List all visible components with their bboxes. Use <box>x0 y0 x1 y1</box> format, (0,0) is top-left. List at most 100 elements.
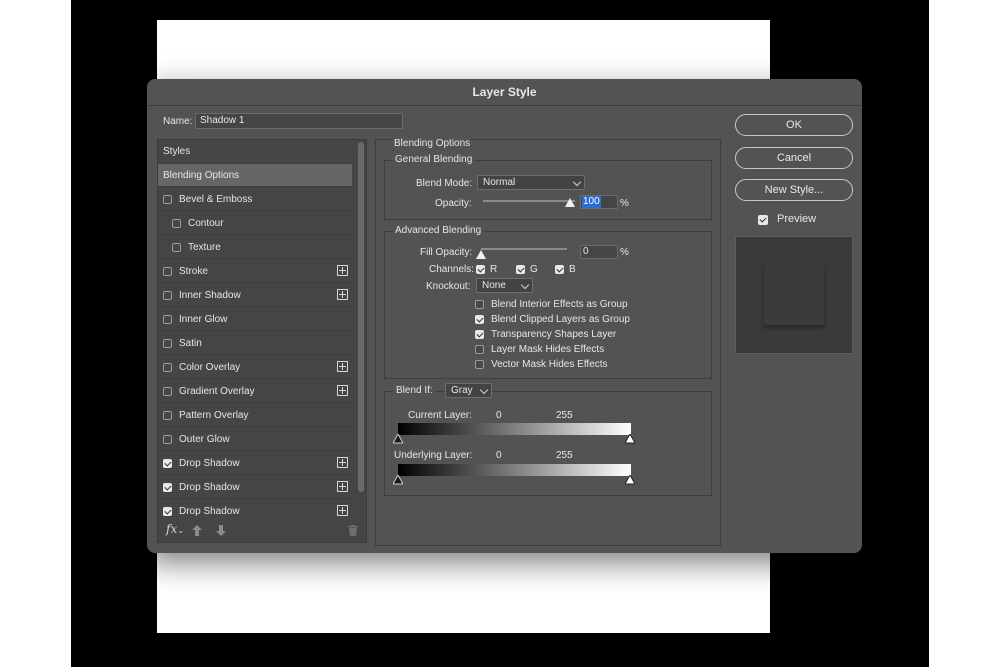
advanced-option-label: Transparency Shapes Layer <box>491 329 617 340</box>
style-item-label: Color Overlay <box>179 362 241 373</box>
opacity-label: Opacity: <box>435 198 472 209</box>
style-item[interactable]: Drop Shadow <box>158 500 352 516</box>
style-item-checkbox[interactable] <box>163 507 172 516</box>
fill-opacity-input[interactable]: 0 <box>580 245 618 259</box>
fill-opacity-slider-track[interactable] <box>481 248 567 250</box>
preview-toggle[interactable]: Preview <box>758 213 838 227</box>
advanced-blending-title: Advanced Blending <box>393 225 484 236</box>
move-up-icon[interactable] <box>192 525 202 536</box>
current-layer-black-slider[interactable] <box>393 434 403 444</box>
layer-style-dialog: Layer Style Name: Shadow 1 Styles Blendi… <box>147 79 862 553</box>
add-effect-plus-icon[interactable] <box>337 457 348 468</box>
opacity-slider-track[interactable] <box>483 200 575 202</box>
advanced-option-label: Blend Interior Effects as Group <box>491 299 628 310</box>
current-layer-max: 255 <box>556 410 573 421</box>
add-effect-plus-icon[interactable] <box>337 385 348 396</box>
opacity-input[interactable]: 100 <box>580 195 618 209</box>
style-item[interactable]: Texture <box>158 236 352 259</box>
style-item-label: Outer Glow <box>179 434 230 445</box>
style-item-checkbox[interactable] <box>163 411 172 420</box>
underlying-layer-gradient <box>398 464 631 476</box>
current-layer-white-slider[interactable] <box>625 434 635 444</box>
preview-checkbox[interactable] <box>758 215 768 225</box>
trash-icon[interactable] <box>348 525 358 536</box>
knockout-value: None <box>482 280 506 291</box>
style-item-checkbox[interactable] <box>163 267 172 276</box>
advanced-option-checkbox[interactable] <box>475 300 484 309</box>
style-item[interactable]: Inner Glow <box>158 308 352 331</box>
style-item[interactable]: Pattern Overlay <box>158 404 352 427</box>
style-item-checkbox[interactable] <box>163 483 172 492</box>
advanced-option-label: Layer Mask Hides Effects <box>491 344 605 355</box>
fill-opacity-slider-thumb[interactable] <box>476 250 486 259</box>
blending-options-title: Blending Options <box>393 138 472 149</box>
blend-if-select[interactable]: Gray <box>445 383 492 398</box>
fill-opacity-unit: % <box>620 247 629 258</box>
style-item-checkbox[interactable] <box>163 363 172 372</box>
style-item[interactable]: Contour <box>158 212 352 235</box>
cancel-button[interactable]: Cancel <box>735 147 853 169</box>
fill-opacity-label: Fill Opacity: <box>420 247 473 258</box>
add-effect-plus-icon[interactable] <box>337 481 348 492</box>
style-item[interactable]: Drop Shadow <box>158 452 352 475</box>
blend-mode-value: Normal <box>483 177 516 188</box>
style-item[interactable]: Stroke <box>158 260 352 283</box>
underlying-layer-min: 0 <box>496 450 502 461</box>
knockout-select[interactable]: None <box>476 278 533 293</box>
add-effect-plus-icon[interactable] <box>337 361 348 372</box>
style-item-label: Inner Shadow <box>179 290 241 301</box>
channel-g-label: G <box>530 264 538 275</box>
blend-mode-label: Blend Mode: <box>416 178 473 189</box>
style-item[interactable]: Outer Glow <box>158 428 352 451</box>
style-item[interactable]: Inner Shadow <box>158 284 352 307</box>
add-effect-plus-icon[interactable] <box>337 289 348 300</box>
name-input[interactable]: Shadow 1 <box>195 113 403 129</box>
styles-list: Styles Blending Options Bevel & Emboss Con… <box>158 140 366 516</box>
style-item-checkbox[interactable] <box>172 219 181 228</box>
advanced-option-checkbox[interactable] <box>475 360 484 369</box>
style-item-label: Drop Shadow <box>179 506 240 516</box>
style-item-checkbox[interactable] <box>163 387 172 396</box>
styles-scrollbar[interactable] <box>358 142 364 492</box>
advanced-option-checkbox[interactable] <box>475 345 484 354</box>
fill-opacity-value: 0 <box>583 246 589 257</box>
underlying-layer-white-slider[interactable] <box>625 475 635 485</box>
advanced-option-checkbox[interactable] <box>475 330 484 339</box>
opacity-slider-thumb[interactable] <box>565 198 575 207</box>
add-effect-plus-icon[interactable] <box>337 265 348 276</box>
style-item-label: Stroke <box>179 266 208 277</box>
underlying-layer-black-slider[interactable] <box>393 475 403 485</box>
style-item-checkbox[interactable] <box>163 195 172 204</box>
style-item[interactable]: Gradient Overlay <box>158 380 352 403</box>
style-item-label: Blending Options <box>163 170 240 181</box>
preview-thumbnail <box>735 236 853 354</box>
new-style-button[interactable]: New Style... <box>735 179 853 201</box>
style-item[interactable]: Blending Options <box>158 164 352 187</box>
channel-r-checkbox[interactable] <box>476 265 485 274</box>
styles-header[interactable]: Styles <box>158 140 352 164</box>
fx-icon-label: fx <box>166 522 178 536</box>
channel-g-checkbox[interactable] <box>516 265 525 274</box>
style-item-checkbox[interactable] <box>163 291 172 300</box>
style-item[interactable]: Drop Shadow <box>158 476 352 499</box>
style-item-checkbox[interactable] <box>172 243 181 252</box>
style-item-checkbox[interactable] <box>163 339 172 348</box>
preview-label: Preview <box>777 213 817 225</box>
style-item[interactable]: Color Overlay <box>158 356 352 379</box>
channel-b-checkbox[interactable] <box>555 265 564 274</box>
fx-icon[interactable]: fx⌄ <box>166 522 184 536</box>
style-item-checkbox[interactable] <box>163 435 172 444</box>
chevron-down-icon <box>572 177 582 187</box>
move-down-icon[interactable] <box>216 525 226 536</box>
ok-button[interactable]: OK <box>735 114 853 136</box>
style-item[interactable]: Satin <box>158 332 352 355</box>
blend-mode-select[interactable]: Normal <box>477 175 585 190</box>
blend-if-label: Blend If: <box>393 385 436 396</box>
advanced-blending-group: Advanced Blending Fill Opacity: 0 % Chan… <box>384 225 712 379</box>
style-item-checkbox[interactable] <box>163 459 172 468</box>
style-item[interactable]: Bevel & Emboss <box>158 188 352 211</box>
style-item-checkbox[interactable] <box>163 315 172 324</box>
add-effect-plus-icon[interactable] <box>337 505 348 516</box>
advanced-option-checkbox[interactable] <box>475 315 484 324</box>
underlying-layer-label: Underlying Layer: <box>394 450 473 461</box>
